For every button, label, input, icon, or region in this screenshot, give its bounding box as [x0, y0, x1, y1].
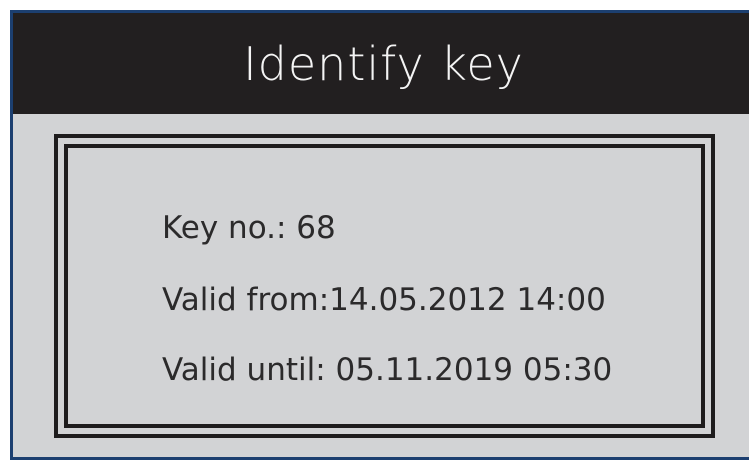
valid-until-text: Valid until: 05.11.2019 05:30 [162, 352, 613, 388]
title-bar: Identify key [13, 13, 749, 114]
key-info-frame: Key no.: 68 Valid from:14.05.2012 14:00 … [54, 134, 715, 438]
page-title: Identify key [243, 36, 524, 91]
key-number-text: Key no.: 68 [162, 210, 336, 246]
device-screen: Identify key Key no.: 68 Valid from:14.0… [10, 10, 749, 460]
key-info-panel: Key no.: 68 Valid from:14.05.2012 14:00 … [64, 144, 705, 428]
valid-from-text: Valid from:14.05.2012 14:00 [162, 282, 606, 318]
